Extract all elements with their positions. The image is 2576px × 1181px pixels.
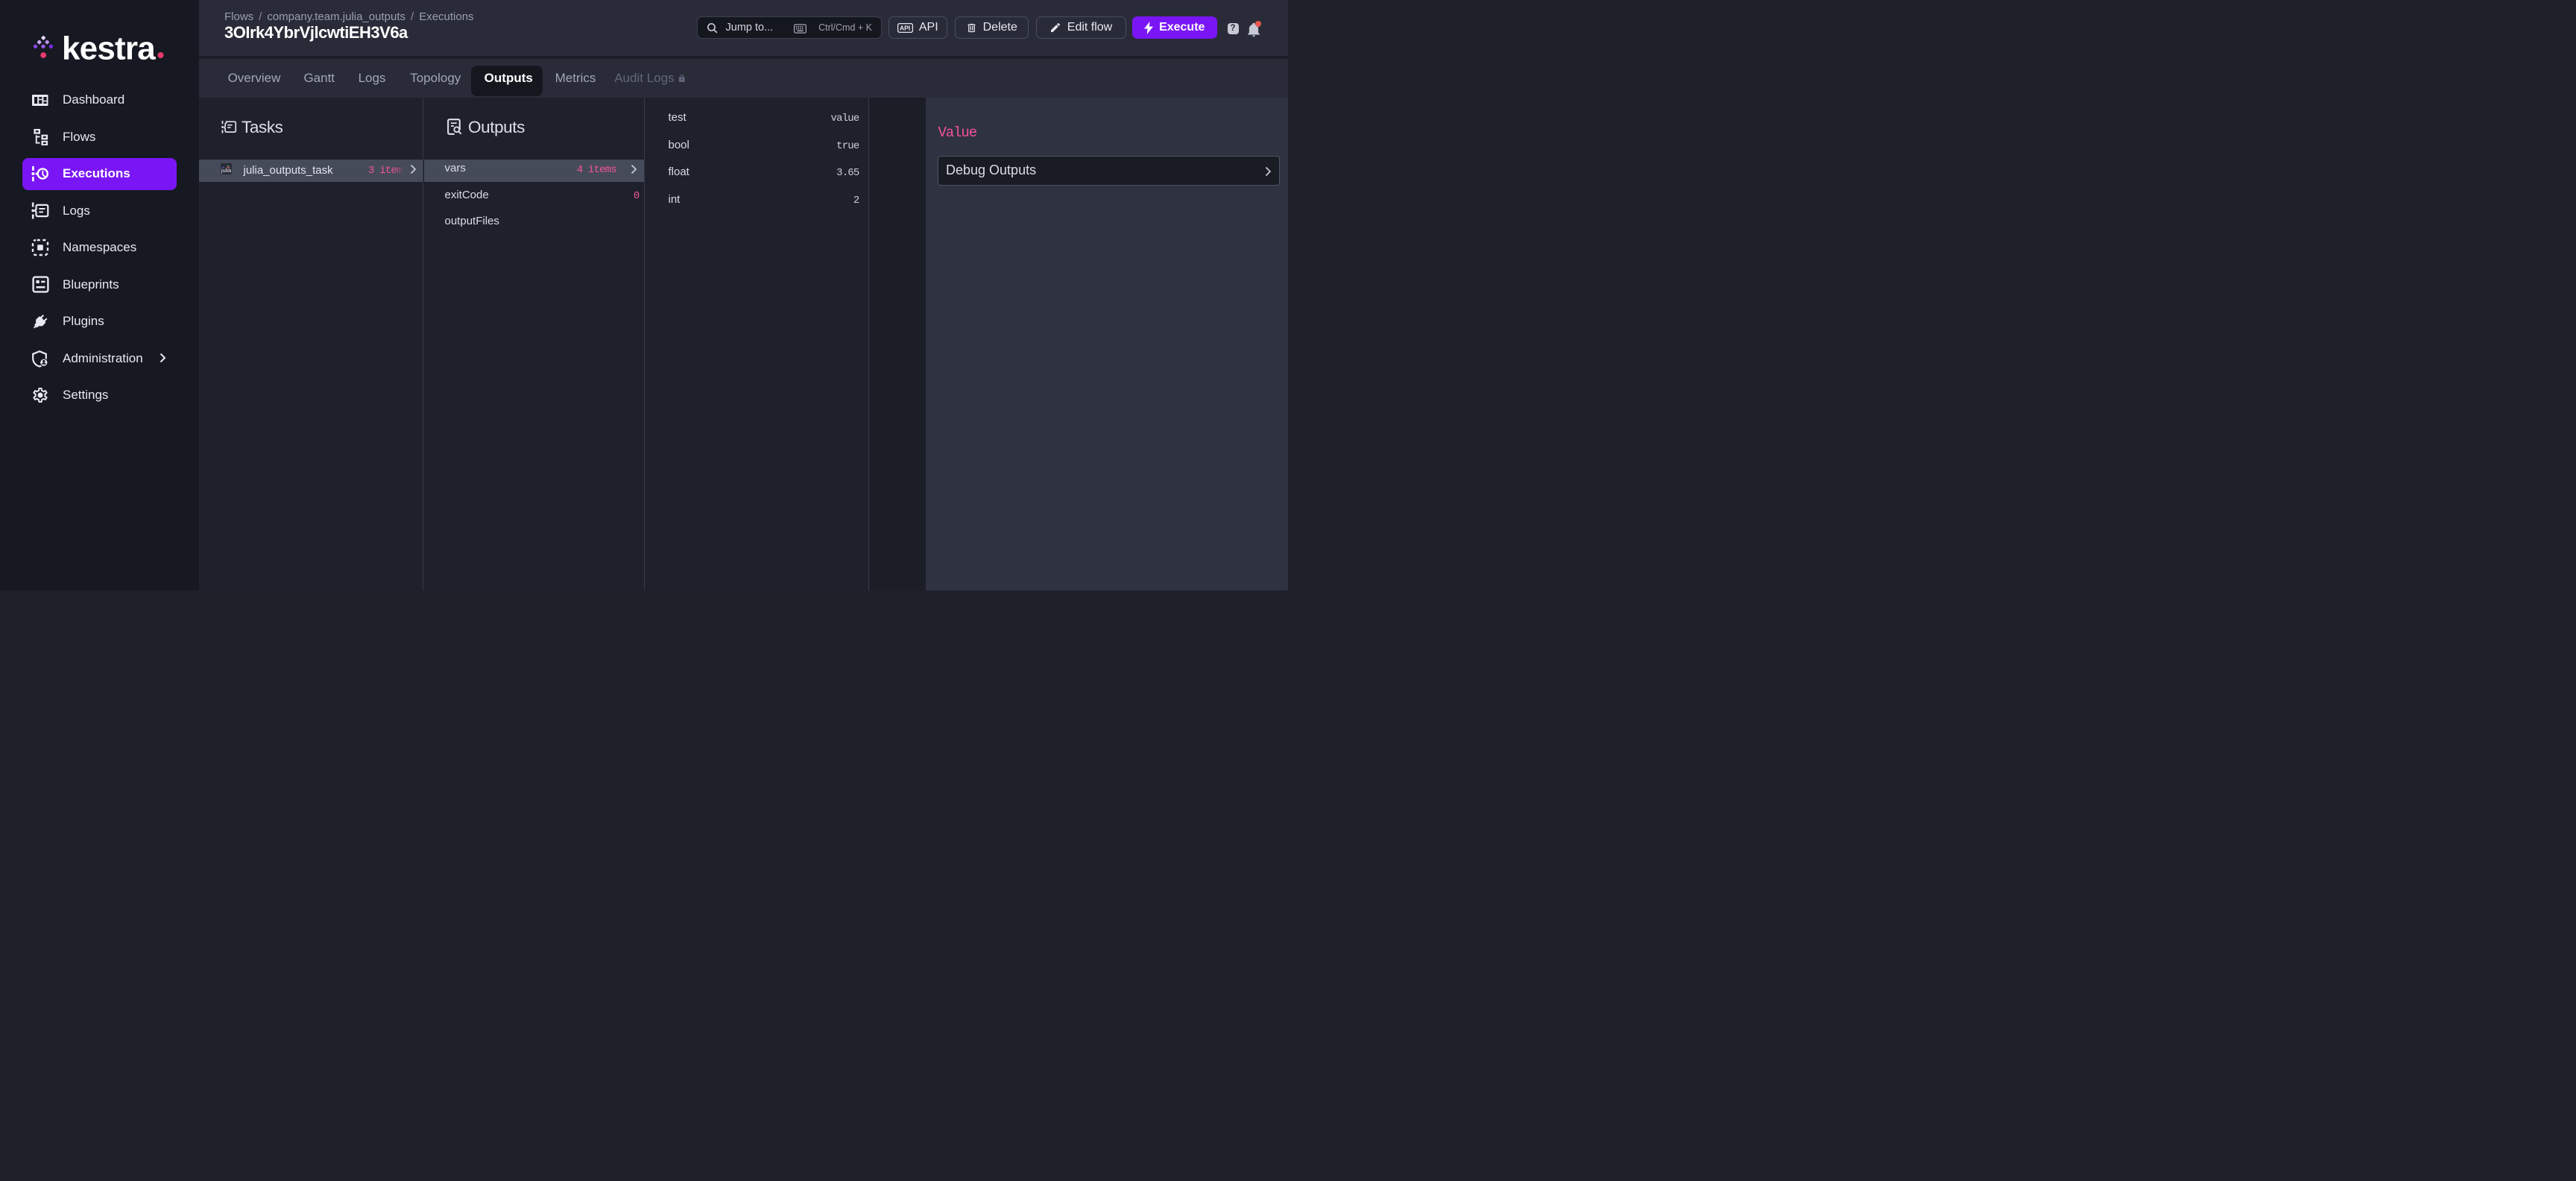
svg-text:kestra: kestra <box>62 31 156 63</box>
svg-text:julia: julia <box>221 167 232 174</box>
svg-text:API: API <box>900 24 910 31</box>
